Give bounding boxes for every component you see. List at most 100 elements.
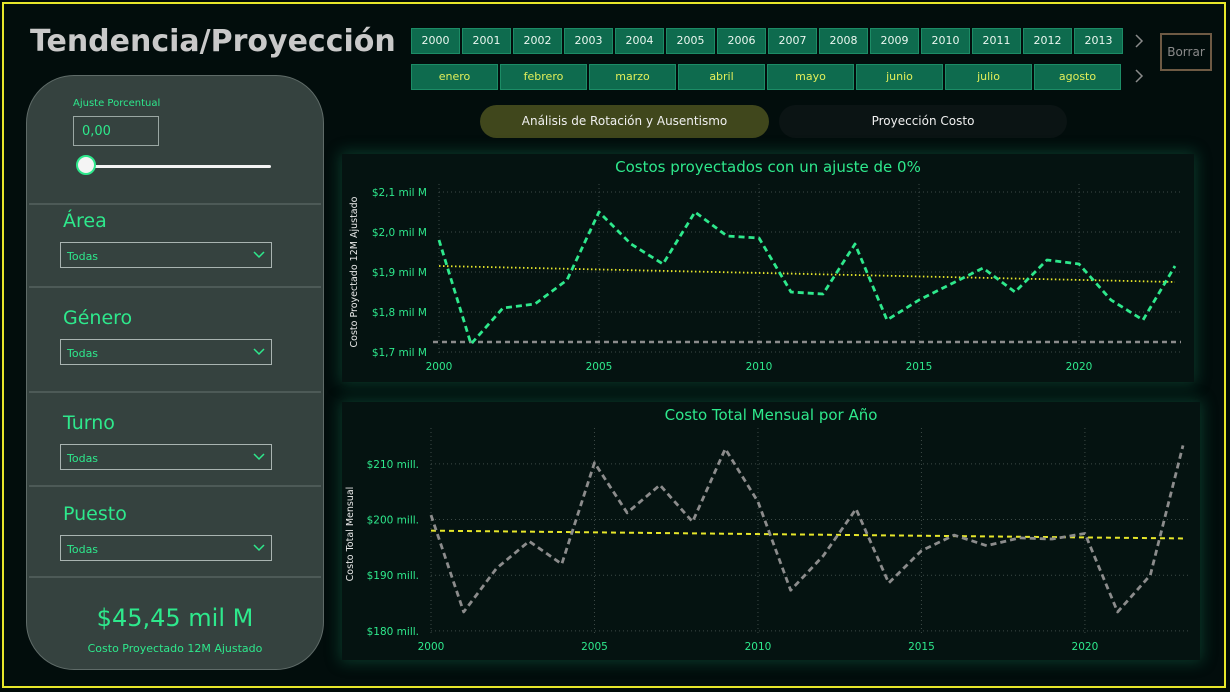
year-button-2011[interactable]: 2011 [972, 28, 1021, 54]
data-point [789, 589, 792, 592]
data-point [1013, 290, 1016, 293]
data-point [1149, 574, 1152, 577]
year-button-2009[interactable]: 2009 [870, 28, 919, 54]
divider [29, 286, 321, 288]
data-point [821, 292, 824, 295]
adjust-input[interactable]: 0,00 [73, 116, 159, 146]
monthly-cost-svg: $180 mill. $190 mill. $200 mill. $210 mill.… [345, 428, 1189, 653]
data-point [658, 483, 661, 486]
month-button-febrero[interactable]: febrero [500, 64, 587, 90]
data-point [691, 520, 694, 523]
year-button-2000[interactable]: 2000 [411, 28, 460, 54]
x-tick-label: 2015 [908, 641, 935, 653]
data-point [560, 562, 563, 565]
data-point [854, 507, 857, 510]
month-button-junio[interactable]: junio [856, 64, 943, 90]
data-point [1083, 532, 1086, 535]
x-tick-label: 2015 [906, 361, 933, 373]
y-tick-label: $210 mill. [367, 459, 419, 471]
x-tick-label: 2005 [586, 361, 613, 373]
chevron-right-icon[interactable] [1132, 33, 1146, 49]
filter-area-value: Todas [67, 250, 99, 263]
data-point [565, 278, 568, 281]
filter-gender-dropdown[interactable]: Todas [60, 339, 272, 365]
data-point [629, 242, 632, 245]
year-button-2012[interactable]: 2012 [1023, 28, 1072, 54]
data-point [1109, 298, 1112, 301]
chevron-down-icon [253, 544, 265, 552]
x-tick-label: 2010 [745, 641, 772, 653]
chevron-down-icon [253, 348, 265, 356]
data-point [725, 234, 728, 237]
month-button-agosto[interactable]: agosto [1034, 64, 1121, 90]
data-point [920, 549, 923, 552]
month-button-marzo[interactable]: marzo [589, 64, 676, 90]
adjust-slider-track[interactable] [87, 165, 271, 168]
data-point [693, 210, 696, 213]
year-button-2010[interactable]: 2010 [921, 28, 970, 54]
filter-area-dropdown[interactable]: Todas [60, 242, 272, 268]
kpi-label: Costo Proyectado 12M Ajustado [87, 642, 263, 655]
month-button-mayo[interactable]: mayo [767, 64, 854, 90]
kpi-value: $45,45 mil M [96, 604, 254, 632]
data-point [885, 318, 888, 321]
x-tick-label: 2000 [418, 641, 445, 653]
clear-button[interactable]: Borrar [1160, 33, 1212, 71]
data-point [661, 262, 664, 265]
data-point [981, 266, 984, 269]
tab-rotation-absenteeism[interactable]: Análisis de Rotación y Ausentismo [480, 105, 769, 138]
filter-gender-label: Género [63, 307, 133, 329]
filter-area-label: Área [63, 210, 107, 232]
data-point [1018, 536, 1021, 539]
y-tick-label: $190 mill. [367, 570, 419, 582]
adjust-slider-handle[interactable] [76, 155, 96, 175]
year-button-2008[interactable]: 2008 [819, 28, 868, 54]
month-button-enero[interactable]: enero [411, 64, 498, 90]
filter-position-dropdown[interactable]: Todas [60, 535, 272, 561]
year-button-2013[interactable]: 2013 [1074, 28, 1123, 54]
data-point [789, 290, 792, 293]
data-point [887, 581, 890, 584]
data-point [462, 610, 465, 613]
x-tick-label: 2000 [426, 361, 453, 373]
data-point [953, 534, 956, 537]
year-button-2002[interactable]: 2002 [513, 28, 562, 54]
x-tick-label: 2020 [1072, 641, 1099, 653]
y-tick-label: $200 mill. [367, 515, 419, 527]
year-button-2004[interactable]: 2004 [615, 28, 664, 54]
year-button-2007[interactable]: 2007 [768, 28, 817, 54]
tab-cost-projection[interactable]: Proyección Costo [779, 105, 1067, 138]
year-button-2006[interactable]: 2006 [717, 28, 766, 54]
y-tick-label: $1,7 mil M [372, 347, 427, 359]
data-point [724, 447, 727, 450]
data-point [527, 540, 530, 543]
data-point [1051, 537, 1054, 540]
x-tick-label: 2020 [1066, 361, 1093, 373]
data-point [1173, 264, 1176, 267]
filter-sidebar: Ajuste Porcentual 0,00 Área Todas Género… [26, 75, 324, 670]
data-point [853, 242, 856, 245]
data-point [429, 513, 432, 516]
data-point [756, 500, 759, 503]
projected-cost-chart: Costos proyectados con un ajuste de 0% $… [342, 154, 1194, 382]
projected-cost-svg: $1,7 mil M $1,8 mil M $1,9 mil M $2,0 mil M… [349, 184, 1181, 373]
data-point [626, 511, 629, 514]
filter-shift-dropdown[interactable]: Todas [60, 444, 272, 470]
dashboard-frame: Tendencia/Proyección Ajuste Porcentual 0… [2, 2, 1226, 688]
month-button-abril[interactable]: abril [678, 64, 765, 90]
year-button-2005[interactable]: 2005 [666, 28, 715, 54]
divider [29, 203, 321, 205]
trend-line [438, 265, 1176, 283]
month-button-julio[interactable]: julio [945, 64, 1032, 90]
monthly-cost-chart: Costo Total Mensual por Año $180 mill. $1… [342, 402, 1200, 660]
year-button-2001[interactable]: 2001 [462, 28, 511, 54]
chevron-down-icon [253, 453, 265, 461]
chevron-right-icon[interactable] [1132, 68, 1146, 84]
data-point [437, 238, 440, 241]
data-point [1116, 610, 1119, 613]
adjust-label: Ajuste Porcentual [73, 98, 161, 109]
x-tick-label: 2010 [746, 361, 773, 373]
data-point [949, 282, 952, 285]
year-button-2003[interactable]: 2003 [564, 28, 613, 54]
divider [29, 391, 321, 393]
